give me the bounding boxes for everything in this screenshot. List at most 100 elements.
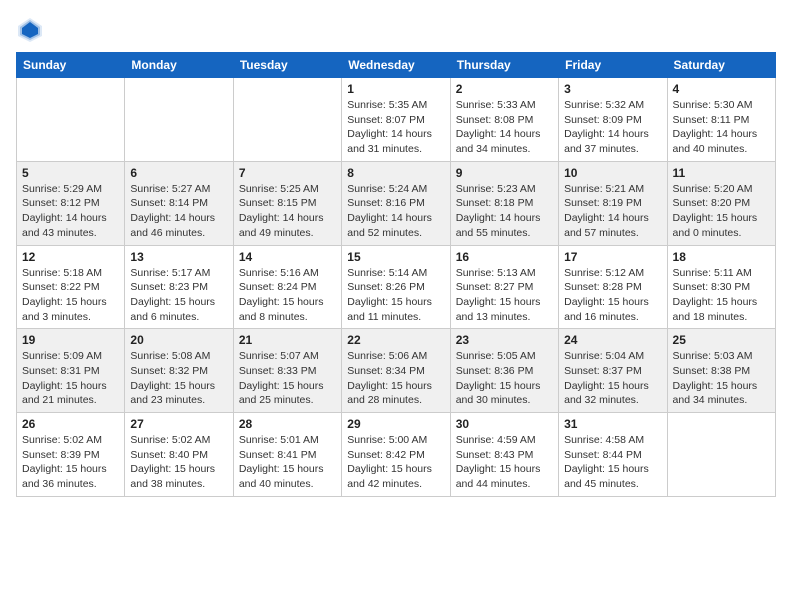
calendar-cell: 14Sunrise: 5:16 AM Sunset: 8:24 PM Dayli…: [233, 245, 341, 329]
day-number: 9: [456, 166, 553, 180]
day-info: Sunrise: 5:16 AM Sunset: 8:24 PM Dayligh…: [239, 266, 336, 325]
calendar-cell: 6 Sunrise: 5:27 AM Sunset: 8:14 PM Daylig…: [125, 161, 233, 245]
day-info: Sunrise: 5:07 AM Sunset: 8:33 PM Dayligh…: [239, 349, 336, 408]
day-info: Sunrise: 5:02 AM Sunset: 8:40 PM Dayligh…: [130, 433, 227, 492]
day-info: Sunrise: 5:35 AM Sunset: 8:07 PM Dayligh…: [347, 98, 444, 157]
day-number: 6: [130, 166, 227, 180]
day-number: 22: [347, 333, 444, 347]
calendar-cell: [125, 78, 233, 162]
calendar-week-row: 12Sunrise: 5:18 AM Sunset: 8:22 PM Dayli…: [17, 245, 776, 329]
calendar-header: SundayMondayTuesdayWednesdayThursdayFrid…: [17, 53, 776, 78]
day-info: Sunrise: 5:14 AM Sunset: 8:26 PM Dayligh…: [347, 266, 444, 325]
day-number: 30: [456, 417, 553, 431]
day-info: Sunrise: 5:25 AM Sunset: 8:15 PM Dayligh…: [239, 182, 336, 241]
calendar-body: 1Sunrise: 5:35 AM Sunset: 8:07 PM Daylig…: [17, 78, 776, 497]
calendar-cell: 17 Sunrise: 5:12 AM Sunset: 8:28 PM Dayli…: [559, 245, 667, 329]
day-info: Sunrise: 4:59 AM Sunset: 8:43 PM Dayligh…: [456, 433, 553, 492]
calendar-cell: 5 Sunrise: 5:29 AM Sunset: 8:12 PM Daylig…: [17, 161, 125, 245]
day-info: Sunrise: 5:33 AM Sunset: 8:08 PM Dayligh…: [456, 98, 553, 157]
day-info: Sunrise: 5:03 AM Sunset: 8:38 PM Dayligh…: [673, 349, 770, 408]
calendar-cell: 20 Sunrise: 5:08 AM Sunset: 8:32 PM Dayli…: [125, 329, 233, 413]
day-info: Sunrise: 5:13 AM Sunset: 8:27 PM Dayligh…: [456, 266, 553, 325]
weekday-header: Tuesday: [233, 53, 341, 78]
day-info: Sunrise: 5:05 AM Sunset: 8:36 PM Dayligh…: [456, 349, 553, 408]
calendar-cell: 22 Sunrise: 5:06 AM Sunset: 8:34 PM Dayli…: [342, 329, 450, 413]
weekday-header: Sunday: [17, 53, 125, 78]
day-info: Sunrise: 5:02 AM Sunset: 8:39 PM Dayligh…: [22, 433, 119, 492]
calendar-cell: 30 Sunrise: 4:59 AM Sunset: 8:43 PM Dayli…: [450, 413, 558, 497]
calendar-cell: 26 Sunrise: 5:02 AM Sunset: 8:39 PM Dayli…: [17, 413, 125, 497]
calendar-cell: 27 Sunrise: 5:02 AM Sunset: 8:40 PM Dayli…: [125, 413, 233, 497]
day-info: Sunrise: 5:20 AM Sunset: 8:20 PM Dayligh…: [673, 182, 770, 241]
calendar-week-row: 1Sunrise: 5:35 AM Sunset: 8:07 PM Daylig…: [17, 78, 776, 162]
calendar-cell: [233, 78, 341, 162]
day-info: Sunrise: 5:29 AM Sunset: 8:12 PM Dayligh…: [22, 182, 119, 241]
day-info: Sunrise: 5:00 AM Sunset: 8:42 PM Dayligh…: [347, 433, 444, 492]
day-number: 31: [564, 417, 661, 431]
day-number: 5: [22, 166, 119, 180]
day-number: 8: [347, 166, 444, 180]
day-number: 21: [239, 333, 336, 347]
calendar-cell: 16 Sunrise: 5:13 AM Sunset: 8:27 PM Dayli…: [450, 245, 558, 329]
calendar-week-row: 5 Sunrise: 5:29 AM Sunset: 8:12 PM Daylig…: [17, 161, 776, 245]
calendar-cell: 10 Sunrise: 5:21 AM Sunset: 8:19 PM Dayli…: [559, 161, 667, 245]
day-number: 3: [564, 82, 661, 96]
day-info: Sunrise: 5:12 AM Sunset: 8:28 PM Dayligh…: [564, 266, 661, 325]
calendar-cell: 31 Sunrise: 4:58 AM Sunset: 8:44 PM Dayli…: [559, 413, 667, 497]
day-number: 13: [130, 250, 227, 264]
calendar-cell: 13 Sunrise: 5:17 AM Sunset: 8:23 PM Dayli…: [125, 245, 233, 329]
day-number: 11: [673, 166, 770, 180]
day-info: Sunrise: 5:27 AM Sunset: 8:14 PM Dayligh…: [130, 182, 227, 241]
weekday-header: Saturday: [667, 53, 775, 78]
calendar-cell: 25 Sunrise: 5:03 AM Sunset: 8:38 PM Dayli…: [667, 329, 775, 413]
calendar-cell: 9 Sunrise: 5:23 AM Sunset: 8:18 PM Daylig…: [450, 161, 558, 245]
day-number: 23: [456, 333, 553, 347]
calendar-cell: 23 Sunrise: 5:05 AM Sunset: 8:36 PM Dayli…: [450, 329, 558, 413]
day-info: Sunrise: 5:08 AM Sunset: 8:32 PM Dayligh…: [130, 349, 227, 408]
day-number: 27: [130, 417, 227, 431]
day-number: 16: [456, 250, 553, 264]
day-info: Sunrise: 5:21 AM Sunset: 8:19 PM Dayligh…: [564, 182, 661, 241]
calendar-cell: 29Sunrise: 5:00 AM Sunset: 8:42 PM Dayli…: [342, 413, 450, 497]
calendar-cell: 28Sunrise: 5:01 AM Sunset: 8:41 PM Dayli…: [233, 413, 341, 497]
day-info: Sunrise: 5:06 AM Sunset: 8:34 PM Dayligh…: [347, 349, 444, 408]
calendar-table: SundayMondayTuesdayWednesdayThursdayFrid…: [16, 52, 776, 497]
calendar-cell: 18 Sunrise: 5:11 AM Sunset: 8:30 PM Dayli…: [667, 245, 775, 329]
calendar-week-row: 19Sunrise: 5:09 AM Sunset: 8:31 PM Dayli…: [17, 329, 776, 413]
day-number: 18: [673, 250, 770, 264]
calendar-cell: 2Sunrise: 5:33 AM Sunset: 8:08 PM Daylig…: [450, 78, 558, 162]
day-info: Sunrise: 5:17 AM Sunset: 8:23 PM Dayligh…: [130, 266, 227, 325]
calendar-cell: 15 Sunrise: 5:14 AM Sunset: 8:26 PM Dayli…: [342, 245, 450, 329]
day-info: Sunrise: 5:09 AM Sunset: 8:31 PM Dayligh…: [22, 349, 119, 408]
day-number: 25: [673, 333, 770, 347]
calendar-week-row: 26 Sunrise: 5:02 AM Sunset: 8:39 PM Dayli…: [17, 413, 776, 497]
weekday-header: Friday: [559, 53, 667, 78]
day-number: 10: [564, 166, 661, 180]
day-info: Sunrise: 5:11 AM Sunset: 8:30 PM Dayligh…: [673, 266, 770, 325]
day-info: Sunrise: 4:58 AM Sunset: 8:44 PM Dayligh…: [564, 433, 661, 492]
calendar-cell: 19Sunrise: 5:09 AM Sunset: 8:31 PM Dayli…: [17, 329, 125, 413]
calendar-cell: 12Sunrise: 5:18 AM Sunset: 8:22 PM Dayli…: [17, 245, 125, 329]
calendar-cell: 7Sunrise: 5:25 AM Sunset: 8:15 PM Daylig…: [233, 161, 341, 245]
calendar-cell: 21 Sunrise: 5:07 AM Sunset: 8:33 PM Dayli…: [233, 329, 341, 413]
day-number: 4: [673, 82, 770, 96]
day-number: 28: [239, 417, 336, 431]
day-number: 17: [564, 250, 661, 264]
day-number: 15: [347, 250, 444, 264]
weekday-header: Thursday: [450, 53, 558, 78]
calendar-cell: 24Sunrise: 5:04 AM Sunset: 8:37 PM Dayli…: [559, 329, 667, 413]
calendar-cell: 8 Sunrise: 5:24 AM Sunset: 8:16 PM Daylig…: [342, 161, 450, 245]
calendar-cell: 11 Sunrise: 5:20 AM Sunset: 8:20 PM Dayli…: [667, 161, 775, 245]
calendar-cell: 4Sunrise: 5:30 AM Sunset: 8:11 PM Daylig…: [667, 78, 775, 162]
day-number: 24: [564, 333, 661, 347]
day-number: 26: [22, 417, 119, 431]
calendar-cell: [667, 413, 775, 497]
weekday-header: Wednesday: [342, 53, 450, 78]
day-info: Sunrise: 5:23 AM Sunset: 8:18 PM Dayligh…: [456, 182, 553, 241]
day-info: Sunrise: 5:24 AM Sunset: 8:16 PM Dayligh…: [347, 182, 444, 241]
day-info: Sunrise: 5:32 AM Sunset: 8:09 PM Dayligh…: [564, 98, 661, 157]
logo: [16, 16, 50, 44]
day-number: 20: [130, 333, 227, 347]
day-info: Sunrise: 5:18 AM Sunset: 8:22 PM Dayligh…: [22, 266, 119, 325]
calendar-cell: 3 Sunrise: 5:32 AM Sunset: 8:09 PM Daylig…: [559, 78, 667, 162]
